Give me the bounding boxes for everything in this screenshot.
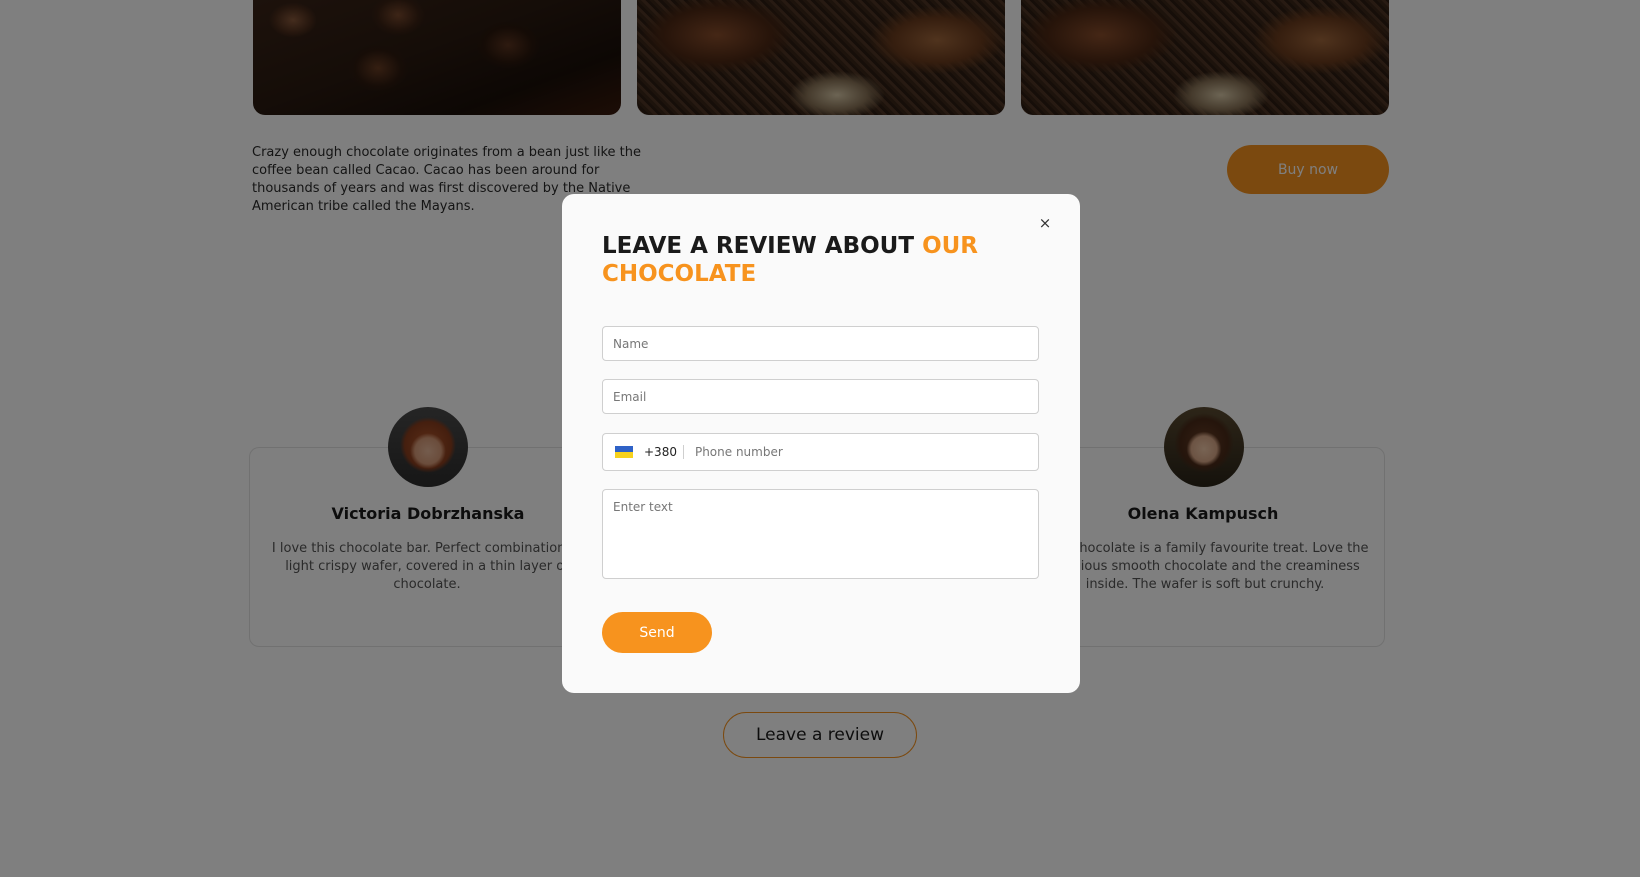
- send-button[interactable]: Send: [602, 612, 712, 653]
- modal-title-main: LEAVE A REVIEW ABOUT: [602, 233, 923, 259]
- review-modal: × LEAVE A REVIEW ABOUT OUR CHOCOLATE +38…: [562, 194, 1080, 693]
- dial-code: +380: [644, 445, 677, 459]
- modal-title: LEAVE A REVIEW ABOUT OUR CHOCOLATE: [602, 232, 1022, 288]
- name-field[interactable]: [602, 326, 1039, 361]
- ukraine-flag-icon[interactable]: [615, 446, 633, 458]
- close-icon[interactable]: ×: [1036, 214, 1054, 232]
- email-field[interactable]: [602, 379, 1039, 414]
- phone-input[interactable]: [692, 444, 1038, 460]
- review-text-field[interactable]: [602, 489, 1039, 579]
- divider: [682, 445, 684, 459]
- phone-field[interactable]: +380: [602, 433, 1039, 471]
